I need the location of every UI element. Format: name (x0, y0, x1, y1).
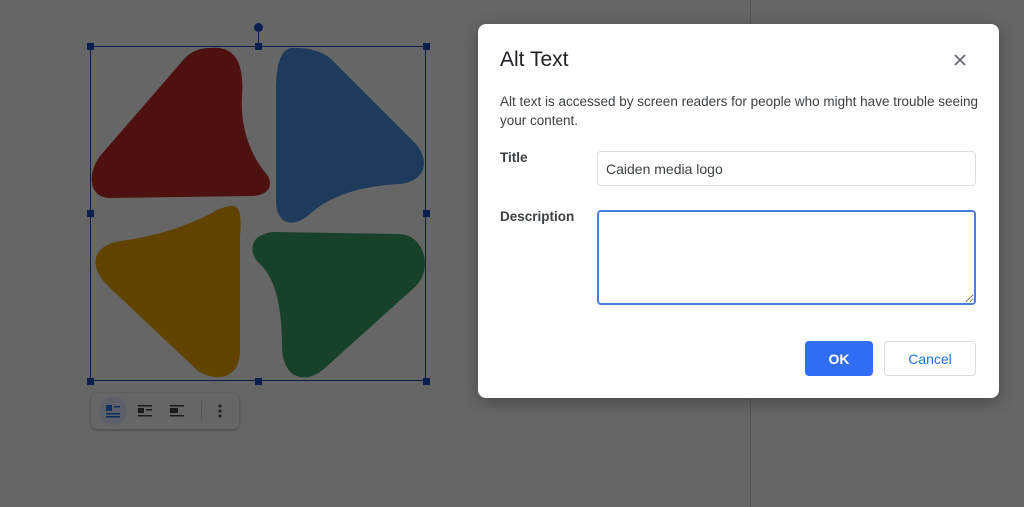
dialog-description: Alt text is accessed by screen readers f… (500, 94, 979, 128)
close-icon (954, 54, 966, 66)
dialog-title: Alt Text (500, 48, 569, 71)
description-label: Description (500, 209, 575, 224)
description-input[interactable] (597, 210, 976, 305)
cancel-button[interactable]: Cancel (884, 341, 976, 376)
alt-text-dialog: Alt Text Alt text is accessed by screen … (478, 24, 999, 398)
title-label: Title (500, 150, 528, 165)
ok-button[interactable]: OK (805, 341, 873, 376)
close-button[interactable] (948, 48, 972, 72)
title-input[interactable] (597, 151, 976, 186)
